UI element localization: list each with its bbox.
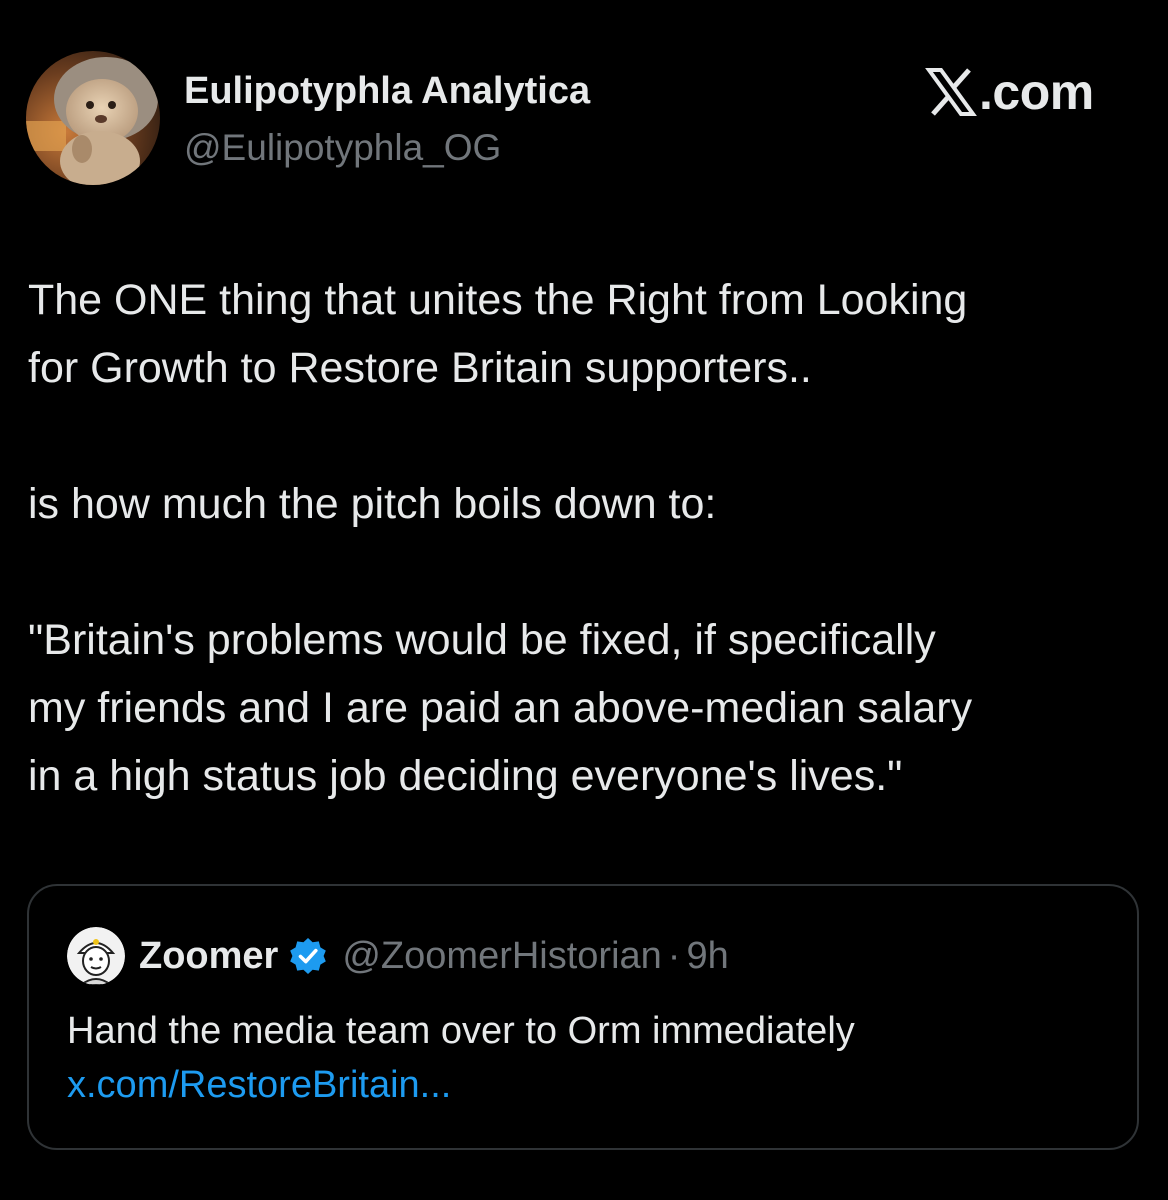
quoted-post-card[interactable]: Zoomer @ZoomerHistorian · 9h Hand the me…: [27, 884, 1139, 1150]
post-body-line: The ONE thing that unites the Right from…: [28, 276, 968, 324]
post-body-line: my friends and I are paid an above-media…: [28, 684, 973, 732]
quoted-post-header: Zoomer @ZoomerHistorian · 9h: [67, 926, 729, 986]
site-badge: .com: [925, 62, 1094, 122]
verified-badge-icon: [288, 936, 328, 976]
cartoon-avatar-icon: [67, 927, 125, 985]
quoted-author-avatar[interactable]: [67, 927, 125, 985]
x-logo-icon: [925, 68, 977, 116]
quoted-post-link[interactable]: x.com/RestoreBritain...: [67, 1058, 451, 1112]
post-body-line: is how much the pitch boils down to:: [28, 480, 717, 528]
author-name[interactable]: Eulipotyphla Analytica: [184, 70, 590, 113]
quoted-post-text: Hand the media team over to Orm immediat…: [67, 1010, 855, 1052]
post-body-line: in a high status job deciding everyone's…: [28, 752, 903, 800]
post-body: The ONE thing that unites the Right from…: [28, 266, 1156, 810]
post-body-line: for Growth to Restore Britain supporters…: [28, 344, 812, 392]
post-body-line: "Britain's problems would be fixed, if s…: [28, 616, 936, 664]
quoted-author-name[interactable]: Zoomer: [139, 935, 278, 978]
separator-dot: ·: [667, 934, 681, 977]
quoted-post-time[interactable]: 9h: [686, 935, 728, 978]
author-avatar[interactable]: [26, 51, 160, 185]
hedgehog-avatar-icon: [26, 51, 160, 185]
site-badge-text: .com: [979, 64, 1094, 120]
author-handle[interactable]: @Eulipotyphla_OG: [184, 127, 501, 169]
quoted-author-handle[interactable]: @ZoomerHistorian: [342, 935, 661, 978]
